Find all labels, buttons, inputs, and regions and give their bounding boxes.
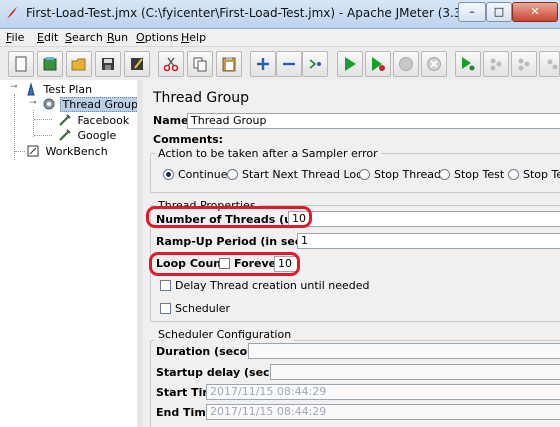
cut-icon (163, 57, 179, 72)
delay-thread-creation-label: Delay Thread creation until needed (175, 279, 370, 292)
remote-stop-button[interactable] (483, 51, 509, 77)
sampler-error-title: Action to be taken after a Sampler error (155, 147, 381, 160)
start-no-pauses-button[interactable] (365, 51, 391, 77)
expand-handle-test-plan[interactable]: ⊸ (10, 83, 19, 92)
save-as-button[interactable] (124, 51, 150, 77)
remote-shutdown-button[interactable] (511, 51, 537, 77)
loop-count-highlight-annotation (149, 252, 300, 276)
menu-edit[interactable]: Edit (37, 31, 58, 44)
title-bar: First-Load-Test.jmx (C:\fyicenter\First-… (0, 0, 560, 29)
stop-icon (399, 57, 413, 71)
toggle-button[interactable] (302, 51, 328, 77)
tree-label-thread-group: Thread Group (59, 97, 141, 112)
jmeter-feather-icon (7, 7, 17, 19)
save-icon (102, 58, 114, 70)
radio-stop-test[interactable] (439, 169, 450, 180)
tree-node-thread-group[interactable]: Thread Group (42, 97, 141, 112)
scheduler-configuration-title: Scheduler Configuration (155, 328, 295, 341)
save-button[interactable] (95, 51, 121, 77)
minimize-button[interactable]: – (458, 2, 486, 22)
tree-node-google[interactable]: Google (58, 128, 118, 142)
menu-run[interactable]: Run (107, 31, 128, 44)
open-button[interactable] (66, 51, 92, 77)
start-no-pause-icon (372, 57, 385, 71)
thread-group-panel: Thread Group Name: Thread Group Comments… (143, 80, 560, 427)
tree-node-workbench[interactable]: WorkBench (26, 144, 110, 158)
name-field[interactable]: Thread Group (187, 113, 560, 129)
radio-start-next-thread-loop[interactable] (227, 169, 238, 180)
maximize-button[interactable]: □ (486, 2, 512, 22)
remote-start-icon (462, 57, 475, 71)
remote-stop-icon (490, 58, 502, 71)
clear-icon (547, 59, 558, 70)
menu-file[interactable]: File (6, 31, 24, 44)
copy-button[interactable] (187, 51, 213, 77)
startup-delay-field[interactable] (270, 364, 560, 380)
menu-options[interactable]: Options (136, 31, 178, 44)
tree-label-facebook: Facebook (77, 114, 130, 127)
save-as-icon (131, 58, 143, 70)
scheduler-checkbox[interactable] (160, 303, 171, 314)
radio-stop-thread-label: Stop Thread (374, 168, 441, 181)
start-icon (345, 57, 356, 71)
templates-button[interactable] (37, 51, 63, 77)
radio-stop-test-now[interactable] (508, 169, 519, 180)
panel-heading: Thread Group (153, 90, 250, 106)
remote-shutdown-icon (518, 58, 530, 71)
radio-continue[interactable] (163, 169, 174, 180)
close-button[interactable]: ✕ (512, 2, 558, 22)
end-time-label: End Time (156, 406, 214, 419)
window-title: First-Load-Test.jmx (C:\fyicenter\First-… (26, 6, 529, 20)
collapse-icon (283, 62, 295, 66)
expand-handle-thread-group[interactable]: ⊸ (29, 99, 38, 108)
comments-label: Comments: (153, 133, 224, 146)
open-icon (71, 58, 86, 71)
number-of-threads-field[interactable]: 10 (288, 211, 560, 227)
workbench-icon (27, 145, 39, 157)
start-time-field[interactable]: 2017/11/15 08:44:29 (206, 384, 560, 400)
new-icon (15, 56, 27, 72)
new-button[interactable] (8, 51, 34, 77)
test-plan-icon (27, 82, 35, 96)
tree-node-test-plan[interactable]: Test Plan (24, 82, 94, 96)
shutdown-icon (427, 57, 441, 71)
clear-button[interactable] (539, 51, 560, 77)
rampup-period-field[interactable]: 1 (297, 233, 560, 249)
expand-icon (257, 58, 269, 70)
remote-start-button[interactable] (455, 51, 481, 77)
scheduler-label: Scheduler (175, 302, 231, 315)
delay-thread-creation-checkbox[interactable] (160, 280, 171, 291)
paste-button[interactable] (216, 51, 242, 77)
gear-icon (43, 98, 55, 110)
templates-icon (43, 57, 57, 71)
toolbar (0, 46, 560, 81)
http-sampler-pipette-icon (59, 114, 71, 126)
expand-all-button[interactable] (250, 51, 276, 77)
cut-button[interactable] (158, 51, 184, 77)
paste-icon (222, 57, 236, 72)
toggle-icon (309, 59, 321, 69)
radio-stop-thread[interactable] (359, 169, 370, 180)
end-time-field[interactable]: 2017/11/15 08:44:29 (206, 404, 560, 420)
test-plan-tree: ⊸ Test Plan ⊸ Thread Group Facebook Goog… (0, 80, 141, 427)
menu-search[interactable]: Search (65, 31, 103, 44)
threads-highlight-annotation (146, 206, 312, 228)
tree-label-google: Google (77, 129, 117, 142)
http-sampler-pipette-icon (59, 129, 71, 141)
tree-node-facebook[interactable]: Facebook (58, 113, 131, 127)
duration-field[interactable] (248, 343, 560, 359)
stop-button[interactable] (393, 51, 419, 77)
shutdown-button[interactable] (421, 51, 447, 77)
radio-stop-test-now-label: Stop Tes (523, 168, 560, 181)
copy-icon (193, 57, 207, 72)
tree-label-workbench: WorkBench (45, 145, 108, 158)
radio-continue-label: Continue (178, 168, 228, 181)
radio-start-next-thread-loop-label: Start Next Thread Loop (242, 168, 370, 181)
tree-label-test-plan: Test Plan (43, 83, 93, 96)
menu-help[interactable]: Help (181, 31, 206, 44)
radio-stop-test-label: Stop Test (454, 168, 505, 181)
menu-bar: File Edit Search Run Options Help (0, 29, 560, 46)
start-button[interactable] (337, 51, 363, 77)
collapse-all-button[interactable] (276, 51, 302, 77)
